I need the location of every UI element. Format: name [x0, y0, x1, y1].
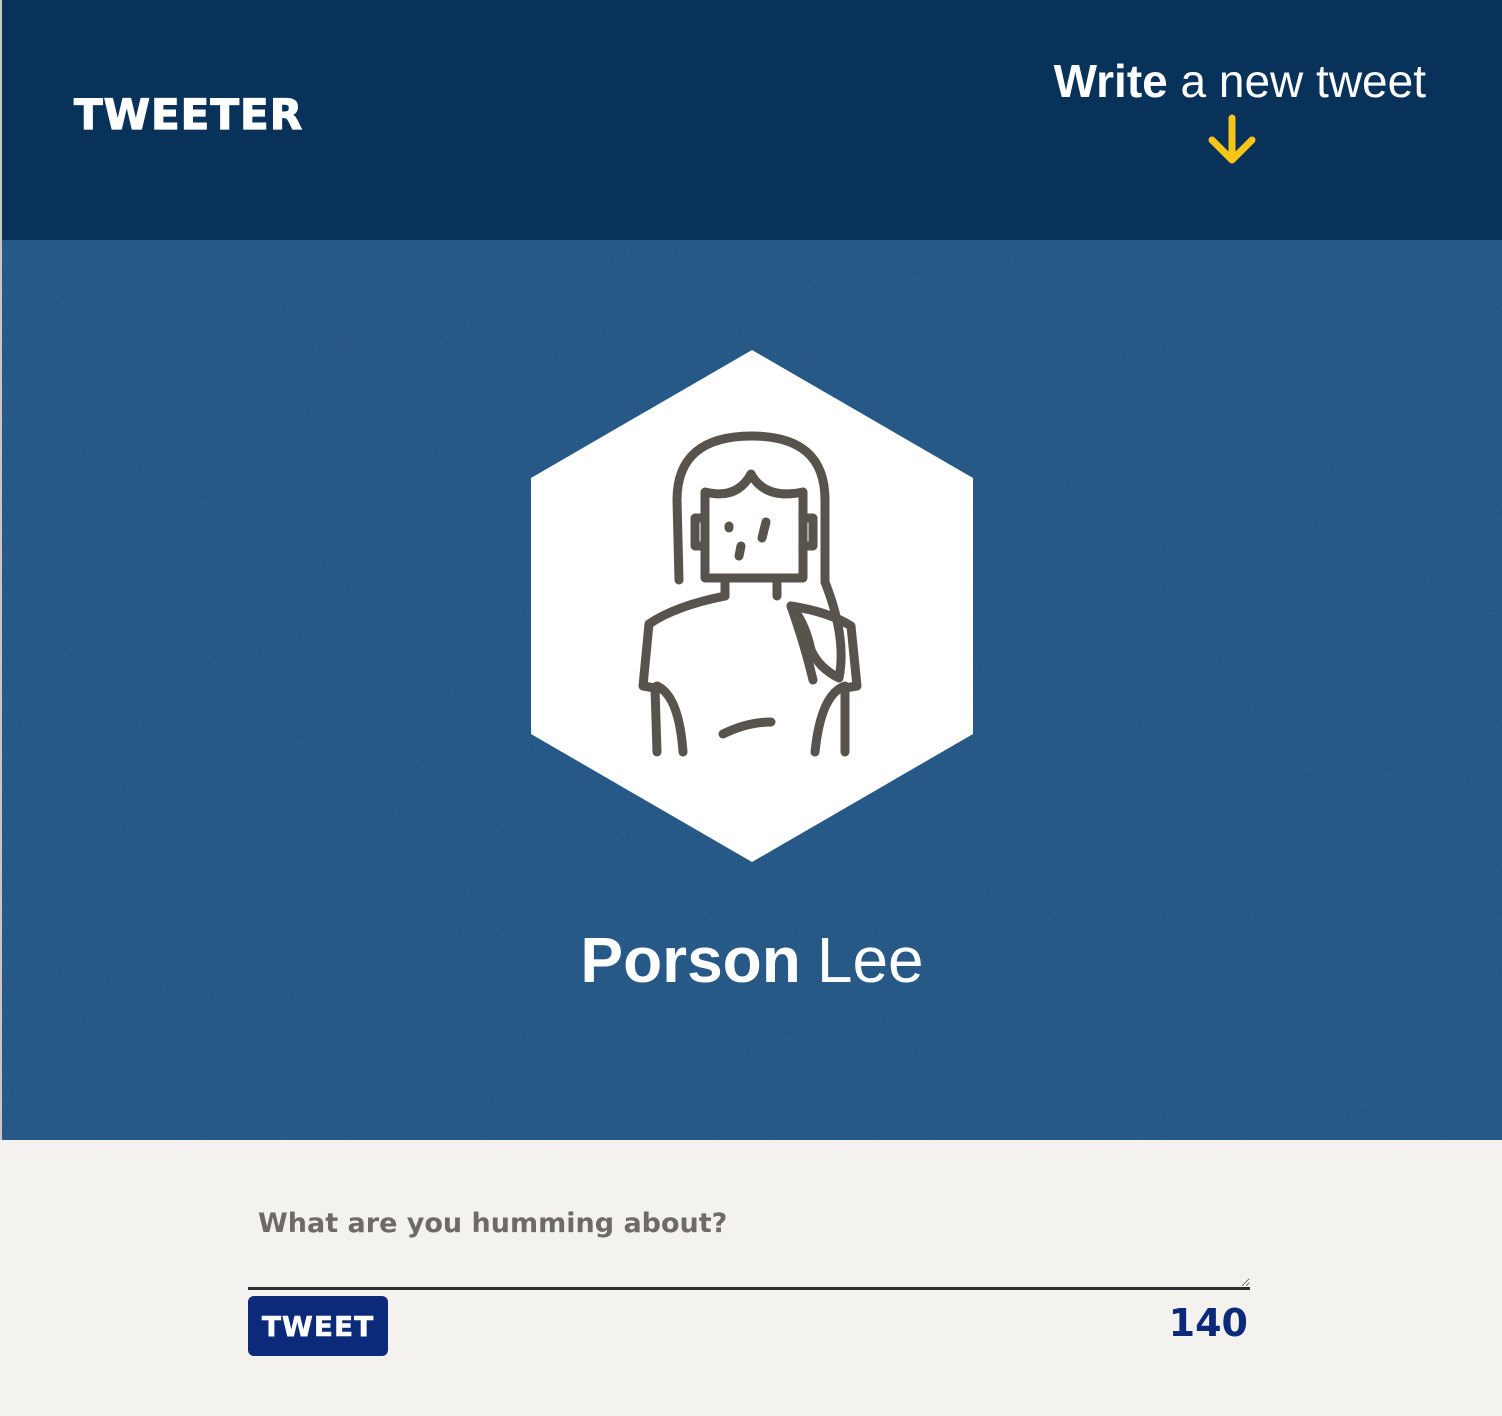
write-new-tweet-label-strong: Write: [1053, 55, 1168, 107]
composer-actions: TWEET 140: [248, 1296, 1250, 1366]
woman-avatar-icon: [531, 350, 973, 862]
tweet-textarea[interactable]: [248, 1200, 1250, 1290]
profile-last-name: Lee: [816, 924, 924, 996]
top-navigation-bar: TWEETER Write a new tweet: [0, 0, 1502, 240]
tweet-button[interactable]: TWEET: [248, 1296, 388, 1356]
tweet-composer: TWEET 140: [0, 1140, 1502, 1416]
profile-banner: Porson Lee: [0, 240, 1502, 1140]
write-new-tweet-link[interactable]: Write a new tweet: [1054, 58, 1426, 168]
brand-logo[interactable]: TWEETER: [73, 93, 303, 136]
page: TWEETER Write a new tweet Porson Lee Wha…: [0, 0, 1502, 1416]
tweet-form: TWEET 140: [248, 1200, 1250, 1366]
profile-first-name: Porson: [580, 924, 801, 996]
character-counter: 140: [1168, 1301, 1248, 1345]
write-new-tweet-label: Write a new tweet: [1054, 58, 1426, 104]
write-new-tweet-label-light: a new tweet: [1180, 55, 1426, 107]
arrow-down-icon: [1208, 114, 1256, 164]
profile-name: Porson Lee: [2, 928, 1502, 992]
